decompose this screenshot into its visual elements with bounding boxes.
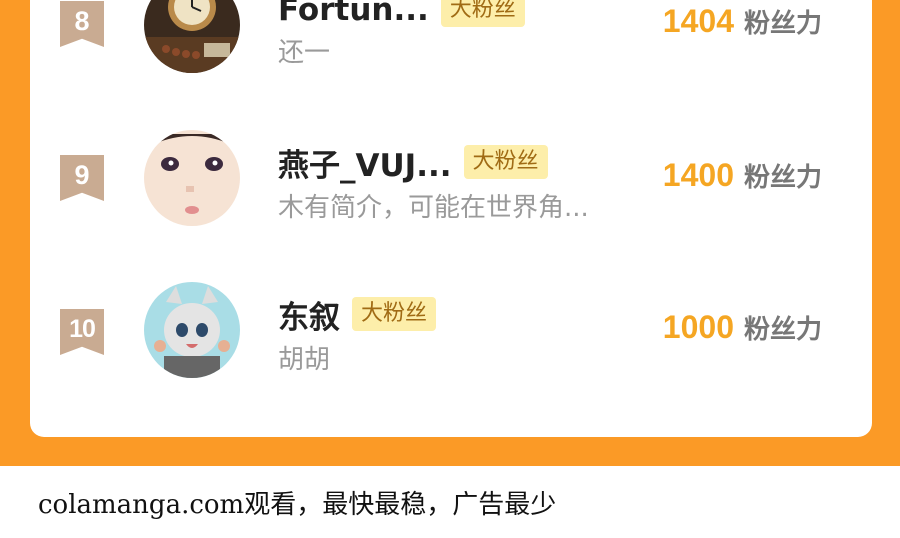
score-value: 1000 (662, 309, 734, 345)
ranking-row[interactable]: 10 东叙 大粉丝 胡胡 1000 粉丝力 (30, 277, 872, 387)
rank-badge: 9 (60, 155, 104, 201)
user-bio: 还一 (278, 38, 331, 68)
fan-level-badge: 大粉丝 (352, 297, 437, 331)
score-unit: 粉丝力 (743, 163, 822, 193)
rank-badge: 10 (60, 309, 104, 355)
username[interactable]: 燕子_VUJ... (278, 140, 452, 185)
user-bio: 木有简介，可能在世界角... (278, 193, 589, 223)
score-value: 1400 (662, 157, 734, 193)
name-line: 燕子_VUJ... 大粉丝 (278, 140, 548, 185)
score-value: 1404 (662, 3, 734, 39)
face-avatar-icon[interactable] (144, 130, 240, 226)
ranking-row[interactable]: 9 燕子_VUJ... 大粉丝 木有简介，可能在世界角... 1400 粉丝力 (30, 125, 872, 235)
rank-badge: 8 (60, 1, 104, 47)
name-line: Fortun... 大粉丝 (278, 0, 525, 30)
user-bio: 胡胡 (278, 345, 331, 375)
fan-power-score: 1400 粉丝力 (663, 157, 822, 194)
fan-ranking-card: 8 Fortun... 大粉丝 还一 1404 粉丝力 9 燕子_VUJ... … (30, 0, 872, 437)
fan-power-score: 1404 粉丝力 (663, 3, 822, 40)
name-line: 东叙 大粉丝 (278, 292, 437, 337)
clock-avatar-icon[interactable] (144, 0, 240, 73)
username[interactable]: 东叙 (278, 292, 340, 337)
anime-character-avatar-icon[interactable] (144, 282, 240, 378)
score-unit: 粉丝力 (743, 9, 822, 39)
fan-power-score: 1000 粉丝力 (663, 309, 822, 346)
username[interactable]: Fortun... (278, 0, 429, 28)
fan-level-badge: 大粉丝 (440, 0, 525, 27)
score-unit: 粉丝力 (743, 315, 822, 345)
ranking-row[interactable]: 8 Fortun... 大粉丝 还一 1404 粉丝力 (30, 0, 872, 80)
watermark-footer-text: colamanga.com观看，最快最稳，广告最少 (38, 490, 557, 520)
fan-level-badge: 大粉丝 (463, 145, 548, 179)
